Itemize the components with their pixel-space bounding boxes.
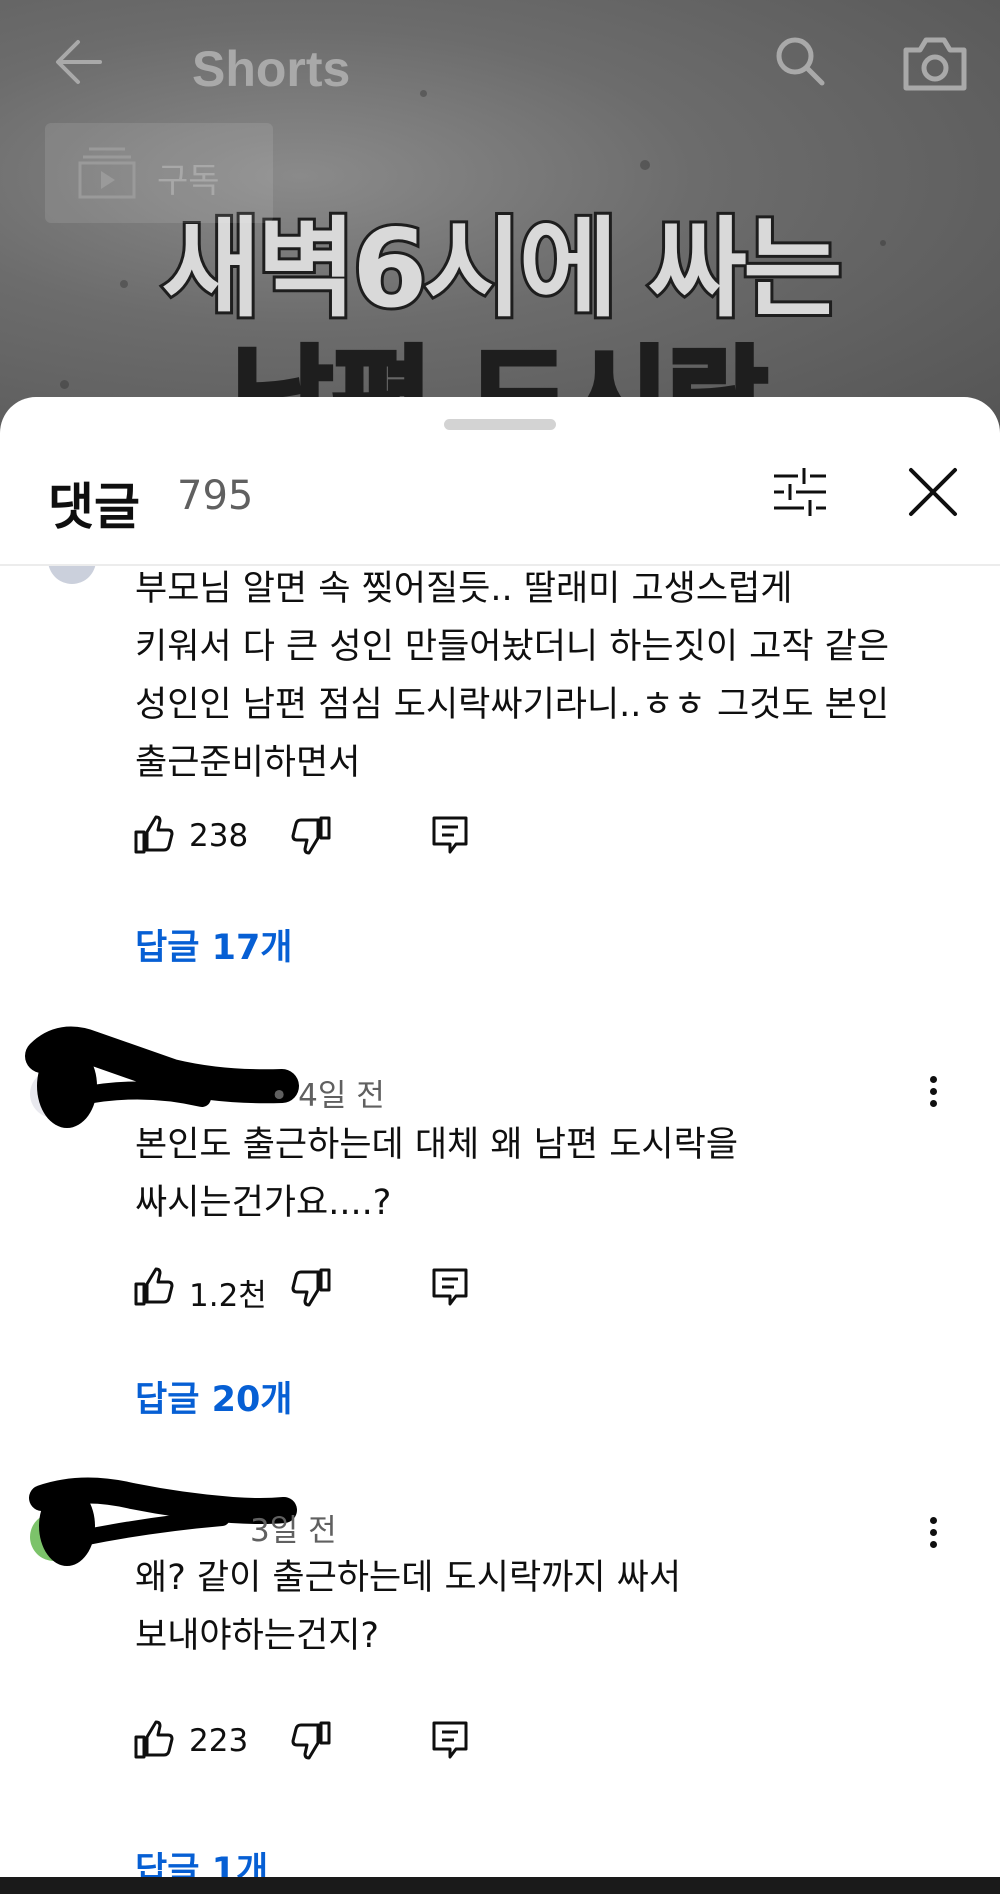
reply-icon xyxy=(432,1268,468,1306)
comment-timestamp: • 4일 전 xyxy=(270,1078,385,1114)
view-replies-link[interactable]: 답글 17개 xyxy=(135,919,293,970)
reply-button[interactable] xyxy=(430,814,470,856)
search-icon xyxy=(776,37,825,86)
comments-list[interactable]: 부모님 알면 속 찢어질듯.. 딸래미 고생스럽게 키워서 다 큰 성인 만들어… xyxy=(0,566,1000,1877)
comment-body: 왜? 같이 출근하는데 도시락까지 싸서 보내야하는건지? xyxy=(135,1549,955,1665)
subscriptions-icon xyxy=(78,147,136,199)
thumbs-up-icon xyxy=(134,815,174,854)
dislike-button[interactable] xyxy=(290,814,332,856)
comment-line: 싸시는건가요....? xyxy=(135,1183,392,1223)
back-button[interactable] xyxy=(48,30,112,94)
comments-title: 댓글 xyxy=(48,478,140,536)
system-nav-bar xyxy=(0,1877,1000,1894)
search-button[interactable] xyxy=(770,32,830,92)
top-bar: Shorts xyxy=(0,0,1000,140)
comment-line: 부모님 알면 속 찢어질듯.. 딸래미 고생스럽게 xyxy=(135,569,793,609)
view-replies-link[interactable]: 답글 1개 xyxy=(135,1842,268,1877)
comment-line: 성인인 남편 점심 도시락싸기라니..ㅎㅎ 그것도 본인 xyxy=(135,685,890,725)
more-options-button[interactable] xyxy=(913,1071,953,1121)
filter-icon xyxy=(774,468,826,516)
reply-button[interactable] xyxy=(430,1266,470,1308)
thumbs-down-icon xyxy=(291,1721,331,1760)
camera-icon xyxy=(903,37,967,91)
view-replies-link[interactable]: 답글 20개 xyxy=(135,1371,293,1422)
camera-button[interactable] xyxy=(900,32,970,96)
close-button[interactable] xyxy=(905,464,961,520)
comment-timestamp: 3일 전 xyxy=(250,1513,337,1549)
drag-handle[interactable] xyxy=(444,419,556,430)
thumbs-up-icon xyxy=(134,1267,174,1306)
like-button[interactable] xyxy=(133,1719,175,1761)
thumbs-up-icon xyxy=(134,1720,174,1759)
thumbs-down-icon xyxy=(291,1268,331,1307)
more-vert-icon xyxy=(913,1517,953,1548)
more-vert-icon xyxy=(913,1076,953,1107)
like-count: 223 xyxy=(189,1723,249,1759)
reply-icon xyxy=(432,1721,468,1759)
dislike-button[interactable] xyxy=(290,1266,332,1308)
comments-count: 795 xyxy=(177,473,254,519)
comment-actions: 223 xyxy=(133,1719,833,1769)
dislike-button[interactable] xyxy=(290,1719,332,1761)
like-count: 238 xyxy=(189,818,249,854)
avatar[interactable] xyxy=(48,566,96,584)
page-title: Shorts xyxy=(192,41,351,97)
subscribe-label: 구독 xyxy=(157,161,220,201)
comment-line: 본인도 출근하는데 대체 왜 남편 도시락을 xyxy=(135,1125,739,1165)
like-count: 1.2천 xyxy=(189,1278,267,1314)
comment-line: 키워서 다 큰 성인 만들어놨더니 하는짓이 고작 같은 xyxy=(135,627,890,667)
back-arrow-icon xyxy=(56,40,102,84)
thumbs-down-icon xyxy=(291,816,331,855)
subscribe-button[interactable]: 구독 xyxy=(45,123,273,223)
reply-icon xyxy=(432,816,468,854)
comment-line: 출근준비하면서 xyxy=(135,743,361,783)
comment-body: 부모님 알면 속 찢어질듯.. 딸래미 고생스럽게 키워서 다 큰 성인 만들어… xyxy=(135,566,955,792)
close-icon xyxy=(909,468,957,516)
comment-actions: 238 xyxy=(133,814,833,864)
like-button[interactable] xyxy=(133,814,175,856)
comment-line: 왜? 같이 출근하는데 도시락까지 싸서 xyxy=(135,1558,682,1598)
sort-filter-button[interactable] xyxy=(770,462,830,522)
shorts-video-background[interactable]: 새벽6시에 싸는 남편 도시락 Shorts 구독 xyxy=(0,0,1000,440)
comments-sheet: 댓글 795 부모님 알면 속 찢어질듯.. 딸래미 고생스럽게 키워서 다 큰… xyxy=(0,397,1000,1877)
like-button[interactable] xyxy=(133,1266,175,1308)
comment-body: 본인도 출근하는데 대체 왜 남편 도시락을 싸시는건가요....? xyxy=(135,1116,955,1232)
comment-line: 보내야하는건지? xyxy=(135,1616,379,1656)
comment-actions: 1.2천 xyxy=(133,1266,833,1316)
video-overlay-title: 새벽6시에 싸는 xyxy=(159,207,846,333)
reply-button[interactable] xyxy=(430,1719,470,1761)
